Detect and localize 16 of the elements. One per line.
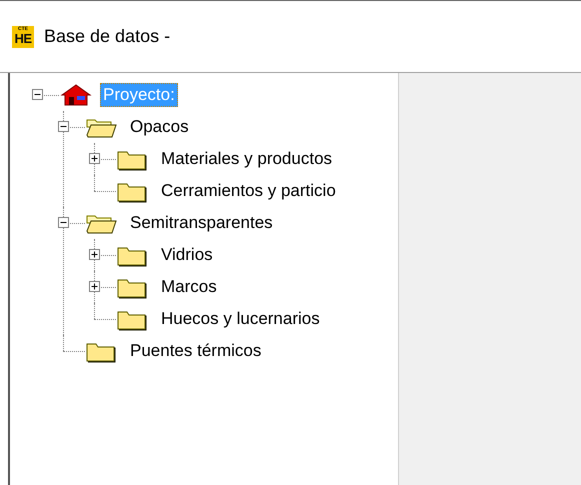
house-icon <box>60 83 92 107</box>
collapse-toggle[interactable] <box>32 89 43 100</box>
tree-item[interactable]: Materiales y productos <box>158 147 336 171</box>
tree-item[interactable]: Semitransparentes <box>127 211 276 235</box>
window-title: Base de datos - <box>44 26 170 47</box>
tree-item[interactable]: Huecos y lucernarios <box>158 307 323 331</box>
expand-toggle[interactable] <box>89 153 100 164</box>
tree-item[interactable]: Marcos <box>158 275 220 299</box>
tree-item[interactable]: Cerramientos y particio <box>158 179 339 203</box>
collapse-toggle[interactable] <box>58 121 69 132</box>
tree-item[interactable]: Opacos <box>127 115 192 139</box>
expand-toggle[interactable] <box>89 281 100 292</box>
expand-toggle[interactable] <box>89 249 100 260</box>
tree-item[interactable]: Vidrios <box>158 243 216 267</box>
tree-item[interactable]: Puentes térmicos <box>127 339 264 363</box>
collapse-toggle[interactable] <box>58 217 69 228</box>
